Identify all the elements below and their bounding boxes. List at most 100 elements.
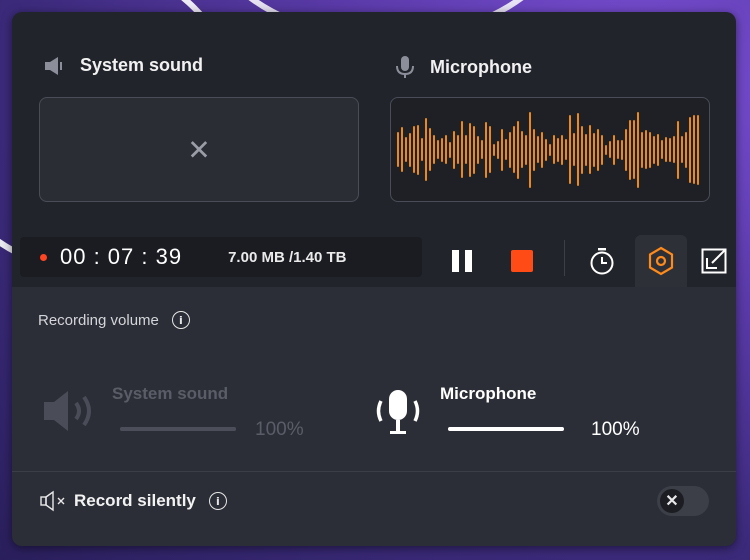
system-sound-header: System sound [44, 55, 203, 76]
shrink-window-icon [701, 248, 727, 274]
waveform-bar [597, 128, 599, 171]
stop-icon [511, 250, 533, 272]
system-sound-preview: ✕ [39, 97, 359, 202]
waveform-bar [465, 135, 467, 164]
microphone-volume-slider[interactable] [448, 427, 564, 431]
waveform-bar [613, 134, 615, 165]
record-silently-label: Record silently [74, 491, 196, 510]
recording-volume-label: Recording volume [38, 311, 159, 329]
toggle-off-icon: ✕ [660, 489, 684, 513]
record-silently-row: Record silently i [40, 490, 227, 512]
microphone-header: Microphone [394, 55, 532, 79]
waveform-bar [589, 125, 591, 174]
waveform-bar [413, 126, 415, 173]
section-divider [12, 471, 736, 472]
waveform-bar [621, 139, 623, 160]
waveform-bar [521, 131, 523, 168]
no-signal-icon: ✕ [187, 134, 211, 165]
waveform-bar [401, 127, 403, 172]
waveform-bar [505, 139, 507, 160]
speaker-icon [45, 56, 62, 75]
microphone-volume-label: Microphone [440, 384, 537, 403]
waveform-bar [633, 120, 635, 179]
schedule-timer-button[interactable] [582, 238, 622, 284]
waveform-bar [425, 118, 427, 181]
waveform-bar [477, 135, 479, 164]
waveform-bar [529, 111, 531, 188]
waveform-bar [645, 130, 647, 169]
waveform-bar [625, 128, 627, 171]
microphone-volume-percent: 100% [591, 419, 640, 440]
waveform-bar [509, 131, 511, 168]
waveform-bar [449, 141, 451, 158]
waveform-bar [669, 137, 671, 162]
shrink-window-button[interactable] [696, 238, 732, 284]
waveform-bar [485, 121, 487, 178]
waveform-bar [629, 119, 631, 180]
waveform-bar [469, 122, 471, 177]
waveform-bar [405, 137, 407, 162]
system-sound-label: System sound [80, 55, 204, 75]
pause-button[interactable] [442, 238, 482, 284]
toolbar-divider [564, 240, 565, 276]
waveform-bar [681, 136, 683, 163]
waveform-bar [473, 125, 475, 174]
microphone-waveform [390, 97, 710, 202]
waveform-bar [601, 134, 603, 165]
waveform-bar [437, 140, 439, 159]
record-silently-toggle[interactable]: ✕ [657, 486, 709, 516]
waveform-bar [557, 137, 559, 162]
system-volume-label: System sound [112, 384, 229, 403]
waveform-bar [489, 126, 491, 173]
waveform-bar [517, 120, 519, 179]
waveform-bar [593, 132, 595, 167]
waveform-bar [433, 135, 435, 164]
system-volume-slider[interactable] [120, 427, 236, 431]
waveform-bar [653, 135, 655, 164]
waveform-bar [409, 132, 411, 167]
waveform-bar [457, 135, 459, 164]
waveform-bar [689, 116, 691, 183]
recorder-panel: System sound ✕ Microphone 00 : 07 : 39 7… [12, 12, 736, 546]
waveform-bar [493, 143, 495, 156]
hexagon-settings-icon [648, 246, 674, 276]
waveform-bar [541, 131, 543, 168]
waveform-bar [661, 140, 663, 159]
waveform-bar [565, 139, 567, 160]
pause-icon [449, 250, 475, 272]
recording-indicator [40, 253, 47, 261]
waveform-bar [553, 135, 555, 164]
waveform-bar [605, 144, 607, 155]
waveform-bar [641, 131, 643, 168]
waveform-bar [481, 140, 483, 159]
waveform-bar [693, 115, 695, 184]
stop-button[interactable] [502, 238, 542, 284]
recording-volume-heading: Recording volume i [38, 311, 190, 329]
waveform-bar [537, 136, 539, 163]
info-icon[interactable]: i [171, 311, 190, 329]
microphone-volume-icon [376, 390, 420, 434]
recording-settings-panel: Recording volume i System sound 100% Mic… [12, 287, 736, 546]
file-size: 7.00 MB /1.40 TB [228, 248, 347, 266]
waveform-bar [453, 130, 455, 169]
waveform-bar [637, 111, 639, 188]
waveform-bar [609, 141, 611, 158]
recording-status-bar: 00 : 07 : 39 7.00 MB /1.40 TB [20, 237, 422, 277]
waveform-bar [417, 124, 419, 175]
waveform-bar [677, 120, 679, 179]
waveform-bar [461, 121, 463, 178]
waveform-bar [445, 135, 447, 164]
system-volume-fill [120, 427, 236, 431]
waveform-bar [657, 133, 659, 166]
speaker-volume-icon [44, 391, 91, 431]
waveform-bar [685, 131, 687, 168]
waveform-bar [665, 137, 667, 162]
waveform-bar [525, 134, 527, 165]
mute-speaker-icon [40, 490, 65, 512]
microphone-volume-control: Microphone 100% [372, 367, 702, 447]
info-icon[interactable]: i [208, 492, 227, 510]
waveform-bar [585, 133, 587, 166]
stopwatch-icon [590, 248, 614, 275]
waveform-bar [501, 128, 503, 171]
recording-settings-button[interactable] [635, 235, 687, 287]
